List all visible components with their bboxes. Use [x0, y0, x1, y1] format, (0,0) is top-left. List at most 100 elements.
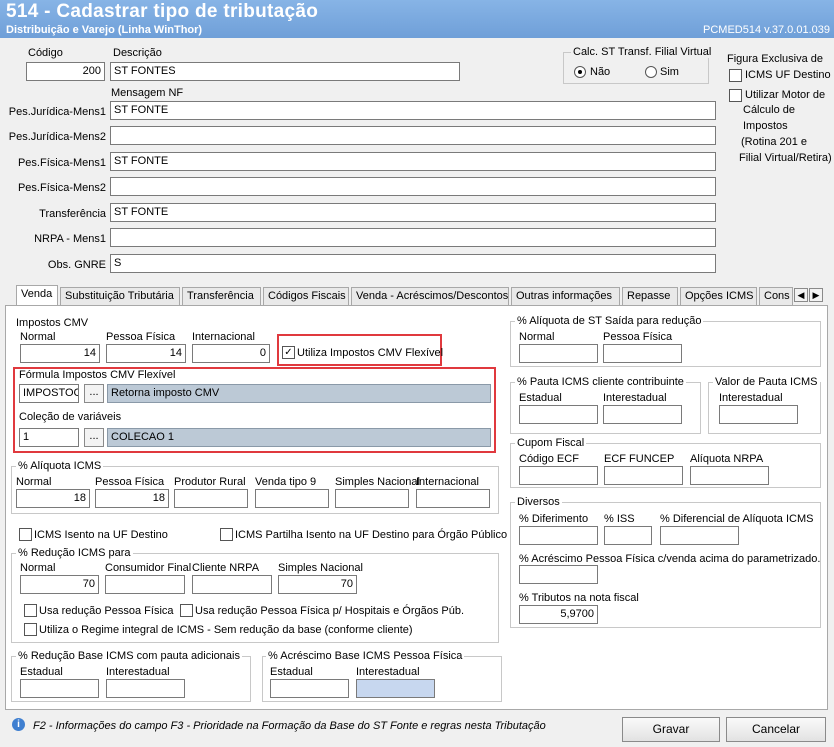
tab-venda-acrescimos[interactable]: Venda - Acréscimos/Descontos — [351, 287, 509, 305]
aliq-normal-input[interactable]: 18 — [16, 489, 90, 508]
iss-input[interactable] — [604, 526, 652, 545]
nrpa-mens1-input[interactable] — [110, 228, 716, 247]
aliquota-nrpa-label: Alíquota NRPA — [690, 453, 764, 465]
tab-scroll-left-icon[interactable]: ◀ — [794, 288, 808, 302]
info-icon: i — [12, 718, 25, 731]
aliquota-nrpa-input[interactable] — [690, 466, 769, 485]
tab-cons[interactable]: Cons — [759, 287, 793, 305]
icms-isento-label: ICMS Isento na UF Destino — [34, 529, 168, 541]
tab-transferencia[interactable]: Transferência — [182, 287, 261, 305]
icms-partilha-checkbox[interactable] — [220, 528, 233, 541]
pauta-interestadual-input[interactable] — [603, 405, 682, 424]
codigo-label: Código — [28, 47, 63, 59]
formula-code-input[interactable]: IMPOSTOCM — [19, 384, 79, 403]
aliq-normal-label: Normal — [16, 476, 52, 488]
pes-juridica-mens1-input[interactable]: ST FONTE — [110, 101, 716, 120]
descricao-input[interactable]: ST FONTES — [110, 62, 460, 81]
ecf-funcep-input[interactable] — [604, 466, 683, 485]
calc-st-nao-label: Não — [590, 66, 611, 78]
cmv-flex-label: Utiliza Impostos CMV Flexível — [297, 347, 444, 359]
motor-calculo-checkbox[interactable] — [729, 89, 742, 102]
icms-isento-checkbox[interactable] — [19, 528, 32, 541]
motor-line-3: Impostos — [743, 120, 788, 132]
tab-outras-informacoes[interactable]: Outras informações — [511, 287, 620, 305]
pes-fisica-mens1-input[interactable]: ST FONTE — [110, 152, 716, 171]
st-pf-input[interactable] — [603, 344, 682, 363]
pes-juridica-mens1-label: Pes.Jurídica-Mens1 — [8, 106, 106, 118]
pes-fisica-mens2-label: Pes.Física-Mens2 — [17, 182, 106, 194]
calc-st-sim-radio[interactable] — [645, 66, 657, 78]
cmv-pf-input[interactable]: 14 — [106, 344, 186, 363]
st-normal-input[interactable] — [519, 344, 598, 363]
transferencia-input[interactable]: ST FONTE — [110, 203, 716, 222]
red-normal-label: Normal — [20, 562, 56, 574]
cmv-normal-label: Normal — [20, 331, 56, 343]
acrescimo-pf-input[interactable] — [519, 565, 598, 584]
obs-gnre-label: Obs. GNRE — [47, 259, 106, 271]
red-simples-input[interactable]: 70 — [278, 575, 357, 594]
usa-reducao-pf-checkbox[interactable] — [24, 604, 37, 617]
st-normal-label: Normal — [519, 331, 555, 343]
codigo-ecf-input[interactable] — [519, 466, 598, 485]
cmv-internacional-input[interactable]: 0 — [192, 344, 270, 363]
rbp-estadual-input[interactable] — [20, 679, 99, 698]
red-normal-input[interactable]: 70 — [20, 575, 99, 594]
aliq-venda9-input[interactable] — [255, 489, 329, 508]
st-pf-label: Pessoa Física — [603, 331, 673, 343]
valor-pauta-interestadual-label: Interestadual — [719, 392, 783, 404]
aliq-pf-input[interactable]: 18 — [95, 489, 169, 508]
reducao-base-pauta-title: % Redução Base ICMS com pauta adicionais — [16, 650, 242, 662]
help-text: F2 - Informações do campo F3 - Prioridad… — [33, 720, 546, 732]
icms-uf-destino-checkbox[interactable] — [729, 69, 742, 82]
abp-interestadual-label: Interestadual — [356, 666, 420, 678]
tributos-input[interactable]: 5,9700 — [519, 605, 598, 624]
version-label: PCMED514 v.37.0.01.039 — [703, 24, 830, 36]
colecao-search-button[interactable]: ... — [84, 428, 104, 447]
tab-scroll-right-icon[interactable]: ▶ — [809, 288, 823, 302]
pauta-interestadual-label: Interestadual — [603, 392, 667, 404]
tab-codigos-fiscais[interactable]: Códigos Fiscais — [263, 287, 349, 305]
tab-substituicao-tributaria[interactable]: Substituição Tributária — [60, 287, 180, 305]
icms-partilha-label: ICMS Partilha Isento na UF Destino para … — [235, 529, 508, 541]
valor-pauta-interestadual-input[interactable] — [719, 405, 798, 424]
formula-search-button[interactable]: ... — [84, 384, 104, 403]
abp-estadual-input[interactable] — [270, 679, 349, 698]
nrpa-mens1-label: NRPA - Mens1 — [34, 233, 106, 245]
tab-repasse[interactable]: Repasse — [622, 287, 678, 305]
aliq-internacional-input[interactable] — [416, 489, 490, 508]
pes-juridica-mens2-input[interactable] — [110, 126, 716, 145]
aliq-venda9-label: Venda tipo 9 — [255, 476, 317, 488]
regime-integral-checkbox[interactable] — [24, 623, 37, 636]
colecao-code-input[interactable]: 1 — [19, 428, 79, 447]
diferimento-label: % Diferimento — [519, 513, 589, 525]
gravar-button[interactable]: Gravar — [622, 717, 720, 742]
figura-exclusiva-label: Figura Exclusiva de — [727, 53, 823, 65]
diferimento-input[interactable] — [519, 526, 598, 545]
codigo-input[interactable]: 200 — [26, 62, 105, 81]
usa-reducao-pf-hosp-label: Usa redução Pessoa Física p/ Hospitais e… — [195, 605, 465, 617]
cmv-flex-checkbox[interactable]: ✓ — [282, 346, 295, 359]
window-title: 514 - Cadastrar tipo de tributação — [6, 1, 319, 22]
red-simples-label: Simples Nacional — [278, 562, 363, 574]
red-nrpa-input[interactable] — [192, 575, 272, 594]
pauta-icms-title: % Pauta ICMS cliente contribuinte — [515, 376, 686, 388]
ecf-funcep-label: ECF FUNCEP — [604, 453, 675, 465]
red-consumidor-input[interactable] — [105, 575, 185, 594]
calc-st-label: Calc. ST Transf. Filial Virtual — [571, 46, 714, 58]
rbp-interestadual-input[interactable] — [106, 679, 185, 698]
cancelar-button[interactable]: Cancelar — [726, 717, 826, 742]
descricao-label: Descrição — [113, 47, 162, 59]
tab-opcoes-icms[interactable]: Opções ICMS — [680, 287, 757, 305]
diferencial-aliquota-input[interactable] — [660, 526, 739, 545]
aliq-simples-input[interactable] — [335, 489, 409, 508]
usa-reducao-pf-hosp-checkbox[interactable] — [180, 604, 193, 617]
abp-interestadual-input[interactable] — [356, 679, 435, 698]
calc-st-nao-radio[interactable] — [574, 66, 586, 78]
aliquota-icms-title: % Alíquota ICMS — [16, 460, 104, 472]
cmv-normal-input[interactable]: 14 — [20, 344, 100, 363]
aliq-produtor-input[interactable] — [174, 489, 248, 508]
pes-fisica-mens2-input[interactable] — [110, 177, 716, 196]
obs-gnre-input[interactable]: S — [110, 254, 716, 273]
tab-venda[interactable]: Venda — [16, 285, 58, 306]
pauta-estadual-input[interactable] — [519, 405, 598, 424]
